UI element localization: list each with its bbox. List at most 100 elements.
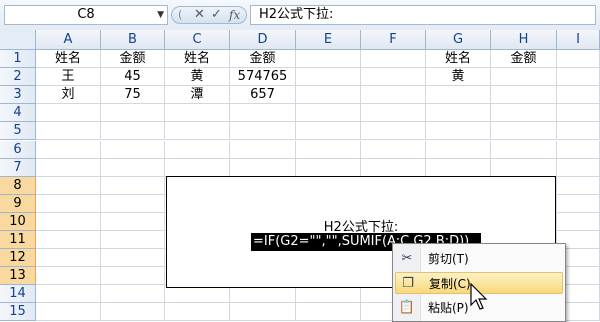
- cell-g1[interactable]: 姓名: [426, 50, 491, 69]
- cell-d3[interactable]: 657: [230, 86, 296, 105]
- cell-h6[interactable]: [491, 140, 557, 159]
- cell-c4[interactable]: [165, 104, 230, 123]
- cell-i9[interactable]: [557, 194, 600, 213]
- cell-b1[interactable]: 金额: [101, 50, 165, 69]
- cell-a13[interactable]: [36, 267, 101, 286]
- cell-c15[interactable]: [165, 303, 230, 322]
- cell-a10[interactable]: [36, 212, 101, 231]
- cell-h1[interactable]: 金额: [491, 50, 557, 69]
- cell-i1[interactable]: [557, 50, 600, 69]
- column-header-h[interactable]: H: [491, 30, 557, 50]
- cell-h4[interactable]: [491, 104, 557, 123]
- cell-a5[interactable]: [36, 122, 101, 141]
- cell-g4[interactable]: [426, 104, 491, 123]
- column-header-e[interactable]: E: [296, 30, 361, 50]
- cell-i4[interactable]: [557, 104, 600, 123]
- column-header-c[interactable]: C: [165, 30, 230, 50]
- cell-d7[interactable]: [230, 158, 296, 177]
- cell-e14[interactable]: [296, 285, 361, 304]
- cell-e2[interactable]: [296, 68, 361, 87]
- cell-f7[interactable]: [361, 158, 426, 177]
- row-header-3[interactable]: 3: [0, 86, 36, 105]
- column-header-d[interactable]: D: [230, 30, 296, 50]
- row-header-10[interactable]: 10: [0, 212, 36, 231]
- cell-f5[interactable]: [361, 122, 426, 141]
- cell-b5[interactable]: [101, 122, 165, 141]
- cell-d14[interactable]: [230, 285, 296, 304]
- cancel-icon[interactable]: ✕: [194, 7, 205, 23]
- cell-a12[interactable]: [36, 249, 101, 268]
- cell-f2[interactable]: [361, 68, 426, 87]
- insert-function-icon[interactable]: fx: [229, 7, 240, 23]
- column-header-i[interactable]: I: [557, 30, 600, 50]
- cell-e15[interactable]: [296, 303, 361, 322]
- cell-a14[interactable]: [36, 285, 101, 304]
- row-header-11[interactable]: 11: [0, 231, 36, 250]
- cell-e3[interactable]: [296, 86, 361, 105]
- cell-g5[interactable]: [426, 122, 491, 141]
- cell-i2[interactable]: [557, 68, 600, 87]
- cell-c14[interactable]: [165, 285, 230, 304]
- ellipsis-icon[interactable]: (: [178, 7, 182, 23]
- column-header-g[interactable]: G: [426, 30, 491, 50]
- cell-h5[interactable]: [491, 122, 557, 141]
- cell-a15[interactable]: [36, 303, 101, 322]
- cell-g7[interactable]: [426, 158, 491, 177]
- row-header-9[interactable]: 9: [0, 194, 36, 213]
- cell-c7[interactable]: [165, 158, 230, 177]
- row-header-7[interactable]: 7: [0, 158, 36, 177]
- enter-icon[interactable]: ✓: [211, 7, 222, 23]
- cell-b3[interactable]: 75: [101, 86, 165, 105]
- select-all-corner[interactable]: [0, 30, 36, 50]
- formula-input[interactable]: H2公式下拉:: [250, 5, 596, 25]
- column-header-b[interactable]: B: [101, 30, 165, 50]
- cell-b11[interactable]: [101, 231, 165, 250]
- cell-d4[interactable]: [230, 104, 296, 123]
- cell-f6[interactable]: [361, 140, 426, 159]
- row-header-5[interactable]: 5: [0, 122, 36, 141]
- cell-b15[interactable]: [101, 303, 165, 322]
- cell-e4[interactable]: [296, 104, 361, 123]
- row-header-1[interactable]: 1: [0, 50, 36, 69]
- cell-b10[interactable]: [101, 212, 165, 231]
- cell-d1[interactable]: 金额: [230, 50, 296, 69]
- cell-a2[interactable]: 王: [36, 68, 101, 87]
- cell-i6[interactable]: [557, 140, 600, 159]
- cell-f1[interactable]: [361, 50, 426, 69]
- cell-h3[interactable]: [491, 86, 557, 105]
- cell-d2[interactable]: 574765: [230, 68, 296, 87]
- cell-a11[interactable]: [36, 231, 101, 250]
- column-header-f[interactable]: F: [361, 30, 426, 50]
- cell-a4[interactable]: [36, 104, 101, 123]
- cell-e7[interactable]: [296, 158, 361, 177]
- cell-e1[interactable]: [296, 50, 361, 69]
- cell-d15[interactable]: [230, 303, 296, 322]
- row-header-8[interactable]: 8: [0, 176, 36, 195]
- column-header-a[interactable]: A: [36, 30, 101, 50]
- cell-g2[interactable]: 黄: [426, 68, 491, 87]
- cell-b4[interactable]: [101, 104, 165, 123]
- cell-i10[interactable]: [557, 212, 600, 231]
- cell-c1[interactable]: 姓名: [165, 50, 230, 69]
- cell-c6[interactable]: [165, 140, 230, 159]
- row-header-2[interactable]: 2: [0, 68, 36, 87]
- cell-g6[interactable]: [426, 140, 491, 159]
- cell-b12[interactable]: [101, 249, 165, 268]
- cell-e5[interactable]: [296, 122, 361, 141]
- cell-b7[interactable]: [101, 158, 165, 177]
- cell-f3[interactable]: [361, 86, 426, 105]
- row-header-4[interactable]: 4: [0, 104, 36, 123]
- cell-c2[interactable]: 黄: [165, 68, 230, 87]
- cell-b2[interactable]: 45: [101, 68, 165, 87]
- name-box[interactable]: C8 ▼: [4, 5, 168, 25]
- cell-e6[interactable]: [296, 140, 361, 159]
- row-header-12[interactable]: 12: [0, 249, 36, 268]
- cell-c3[interactable]: 潭: [165, 86, 230, 105]
- cell-i5[interactable]: [557, 122, 600, 141]
- cell-a7[interactable]: [36, 158, 101, 177]
- cell-b13[interactable]: [101, 267, 165, 286]
- cell-b6[interactable]: [101, 140, 165, 159]
- row-header-14[interactable]: 14: [0, 285, 36, 304]
- cell-a6[interactable]: [36, 140, 101, 159]
- cell-f4[interactable]: [361, 104, 426, 123]
